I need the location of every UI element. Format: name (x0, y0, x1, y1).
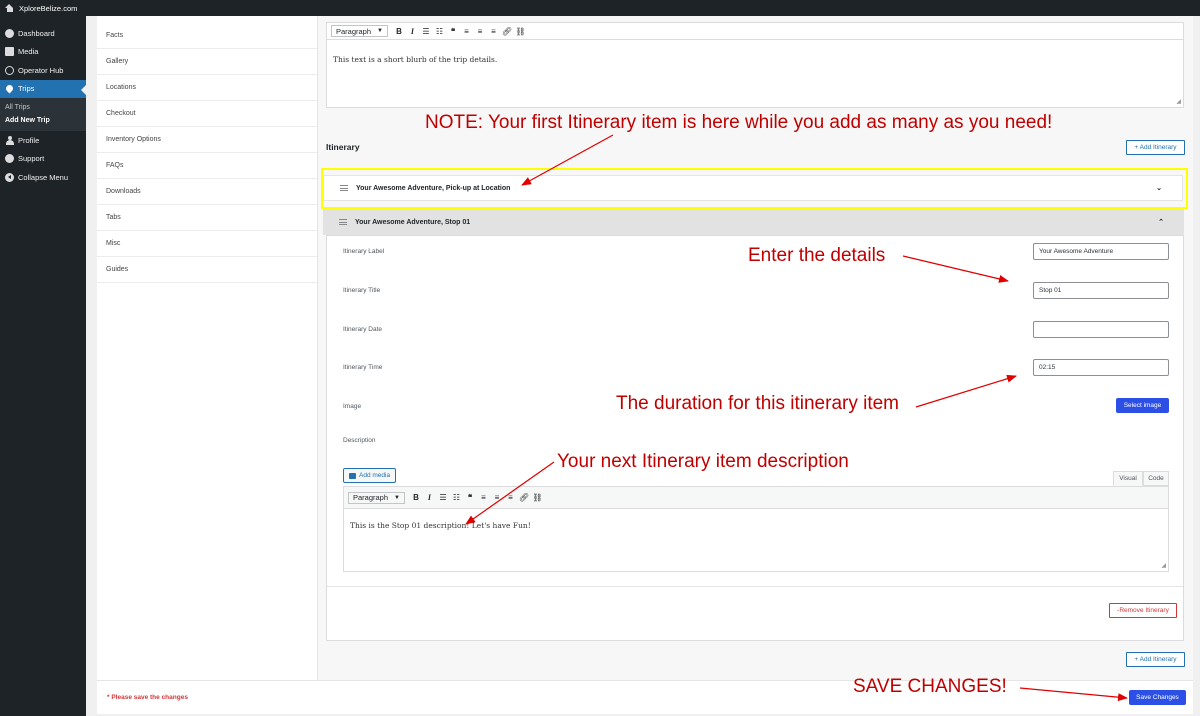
arrow-to-first-item (521, 134, 614, 186)
annotation-arrows (465, 134, 1128, 702)
arrow-to-save (1019, 687, 1128, 702)
arrow-to-time (915, 374, 1017, 408)
arrow-to-fields (902, 255, 1009, 283)
arrow-to-description (465, 461, 555, 525)
